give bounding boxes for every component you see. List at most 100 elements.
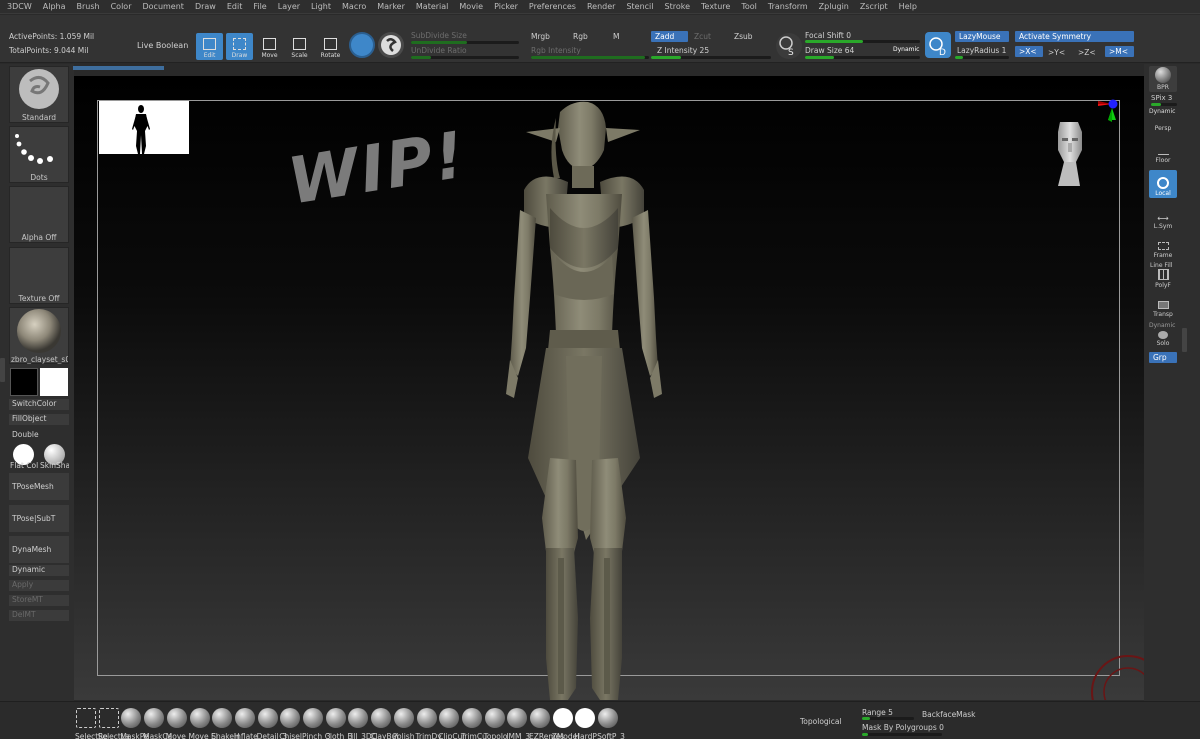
orientation-head-gizmo[interactable]	[1050, 116, 1090, 188]
shelf-brush-detail-3[interactable]: Detail_3	[257, 708, 287, 739]
shelf-brush-topolo[interactable]: Topolo	[484, 708, 508, 739]
shelf-brush-pinch-3[interactable]: Pinch_3	[302, 708, 331, 739]
lsym-button[interactable]: ⟷ L.Sym	[1149, 205, 1177, 231]
apply-button[interactable]: Apply	[9, 580, 69, 591]
undivide-ratio-slider[interactable]	[411, 56, 519, 59]
lazy-mouse-button[interactable]: LazyMouse	[955, 31, 1009, 42]
navigation-thumbnail[interactable]	[99, 101, 189, 154]
shelf-brush-fill-3dc[interactable]: Fill_3DC	[347, 708, 377, 739]
z-intensity-slider[interactable]	[651, 56, 771, 59]
transp-button[interactable]: Transp	[1149, 295, 1177, 319]
menu-movie[interactable]: Movie	[459, 2, 483, 11]
live-boolean-button[interactable]: Live Boolean	[137, 41, 188, 50]
dynamesh-button[interactable]: DynaMesh	[9, 536, 69, 563]
menu-edit[interactable]: Edit	[227, 2, 243, 11]
sculpt-model[interactable]	[464, 98, 704, 700]
solo-button[interactable]: Solo	[1149, 326, 1177, 348]
menu-stroke[interactable]: Stroke	[665, 2, 691, 11]
shelf-brush-move[interactable]: Move	[166, 708, 188, 739]
menu-tool[interactable]: Tool	[741, 2, 757, 11]
shelf-brush-cloth-3[interactable]: Cloth_3	[325, 708, 353, 739]
shelf-brush-zmodel[interactable]: ZModel	[552, 708, 579, 739]
stroke-dots-button[interactable]: Dots	[9, 126, 69, 183]
mrgb-button[interactable]: Mrgb	[531, 32, 550, 41]
edit-button[interactable]: Edit	[196, 33, 223, 60]
rotate-button[interactable]: Rotate	[317, 33, 344, 60]
spotlight-s-icon[interactable]: S	[776, 33, 802, 59]
shelf-brush-maskca[interactable]: MaskCa	[143, 708, 172, 739]
symmetry-z-button[interactable]: >Z<	[1078, 48, 1096, 57]
alpha-off-button[interactable]: Alpha Off	[9, 186, 69, 243]
menu-zscript[interactable]: Zscript	[860, 2, 888, 11]
left-tray-handle[interactable]	[0, 358, 5, 382]
symmetry-x-button[interactable]: >X<	[1015, 46, 1043, 57]
shelf-brush-selectla[interactable]: SelectLa	[98, 708, 130, 739]
canvas-scroll-indicator[interactable]	[73, 66, 164, 70]
shelf-brush-move-el[interactable]: Move El	[189, 708, 218, 739]
menu-draw[interactable]: Draw	[195, 2, 216, 11]
switch-color-button[interactable]: SwitchColor	[9, 399, 69, 410]
shelf-brush-hardp[interactable]: HardP_	[574, 708, 601, 739]
shelf-brush-inflate[interactable]: Inflate_	[234, 708, 261, 739]
menu-texture[interactable]: Texture	[701, 2, 730, 11]
persp-button[interactable]: Persp	[1149, 113, 1177, 133]
dynamic-d-icon[interactable]: D	[925, 32, 951, 58]
tpose-subt-button[interactable]: TPose|SubT	[9, 505, 69, 532]
floor-button[interactable]: Floor	[1149, 139, 1177, 165]
shelf-brush-maskpe[interactable]: MaskPe	[120, 708, 149, 739]
range-slider[interactable]	[862, 717, 914, 720]
shelf-brush-trimdy[interactable]: TrimDy	[416, 708, 442, 739]
menu-alpha[interactable]: Alpha	[43, 2, 66, 11]
focal-shift-slider[interactable]	[805, 40, 920, 43]
shelf-brush-ezremes[interactable]: EZRemes	[529, 708, 564, 739]
menu-zplugin[interactable]: Zplugin	[819, 2, 849, 11]
menu-help[interactable]: Help	[899, 2, 917, 11]
frame-button[interactable]: Frame	[1149, 234, 1177, 260]
menu-document[interactable]: Document	[142, 2, 183, 11]
draw-button[interactable]: Draw	[226, 33, 253, 60]
subdivide-size-slider[interactable]	[411, 41, 519, 44]
menu-layer[interactable]: Layer	[278, 2, 300, 11]
material-sphere-button[interactable]	[349, 32, 375, 58]
topological-button[interactable]: Topological	[800, 717, 842, 726]
bpr-button[interactable]: BPR	[1149, 66, 1177, 92]
menu-light[interactable]: Light	[311, 2, 331, 11]
menu-marker[interactable]: Marker	[377, 2, 405, 11]
shelf-brush-selectre[interactable]: SelectRe	[75, 708, 108, 739]
backface-mask-button[interactable]: BackfaceMask	[922, 710, 976, 719]
menu-3dcw[interactable]: 3DCW	[7, 2, 32, 11]
shelf-brush-clipcur[interactable]: ClipCur	[438, 708, 465, 739]
local-button[interactable]: Local	[1149, 170, 1177, 198]
store-mt-button[interactable]: StoreMT	[9, 595, 69, 606]
double-toggle[interactable]: Double	[12, 430, 39, 439]
lazy-radius-slider[interactable]	[955, 56, 1009, 59]
dynamic-button[interactable]: Dynamic	[9, 565, 69, 576]
menu-brush[interactable]: Brush	[77, 2, 100, 11]
symmetry-y-button[interactable]: >Y<	[1048, 48, 1065, 57]
rgb-intensity-slider[interactable]	[531, 56, 649, 59]
menu-render[interactable]: Render	[587, 2, 615, 11]
scale-button[interactable]: Scale	[286, 33, 313, 60]
spix-label[interactable]: SPix 3	[1151, 94, 1172, 102]
menu-color[interactable]: Color	[111, 2, 132, 11]
rgb-button[interactable]: Rgb	[573, 32, 588, 41]
shelf-brush-imm-3[interactable]: IMM_3	[506, 708, 530, 739]
activate-symmetry-button[interactable]: Activate Symmetry	[1015, 31, 1134, 42]
shelf-brush-chisel[interactable]: Chisel	[279, 708, 302, 739]
menu-macro[interactable]: Macro	[342, 2, 366, 11]
fill-object-button[interactable]: FillObject	[9, 414, 69, 425]
menu-picker[interactable]: Picker	[494, 2, 518, 11]
menu-preferences[interactable]: Preferences	[529, 2, 576, 11]
material-button[interactable]: zbro_clayset_s0	[9, 307, 69, 364]
mask-by-polygroups-slider[interactable]	[862, 733, 942, 736]
shelf-brush-claybui[interactable]: ClayBui	[370, 708, 398, 739]
del-mt-button[interactable]: DelMT	[9, 610, 69, 621]
spix-slider[interactable]	[1151, 103, 1177, 106]
shelf-brush-snakeh[interactable]: SnakeH	[211, 708, 240, 739]
draw-size-slider[interactable]	[805, 56, 920, 59]
tpose-mesh-button[interactable]: TPoseMesh	[9, 473, 69, 500]
polyf-button[interactable]: PolyF	[1149, 266, 1177, 290]
shelf-brush-polish[interactable]: Polish_	[393, 708, 418, 739]
viewport[interactable]: WIP!	[74, 76, 1144, 700]
stroke-s-icon[interactable]	[378, 32, 404, 58]
